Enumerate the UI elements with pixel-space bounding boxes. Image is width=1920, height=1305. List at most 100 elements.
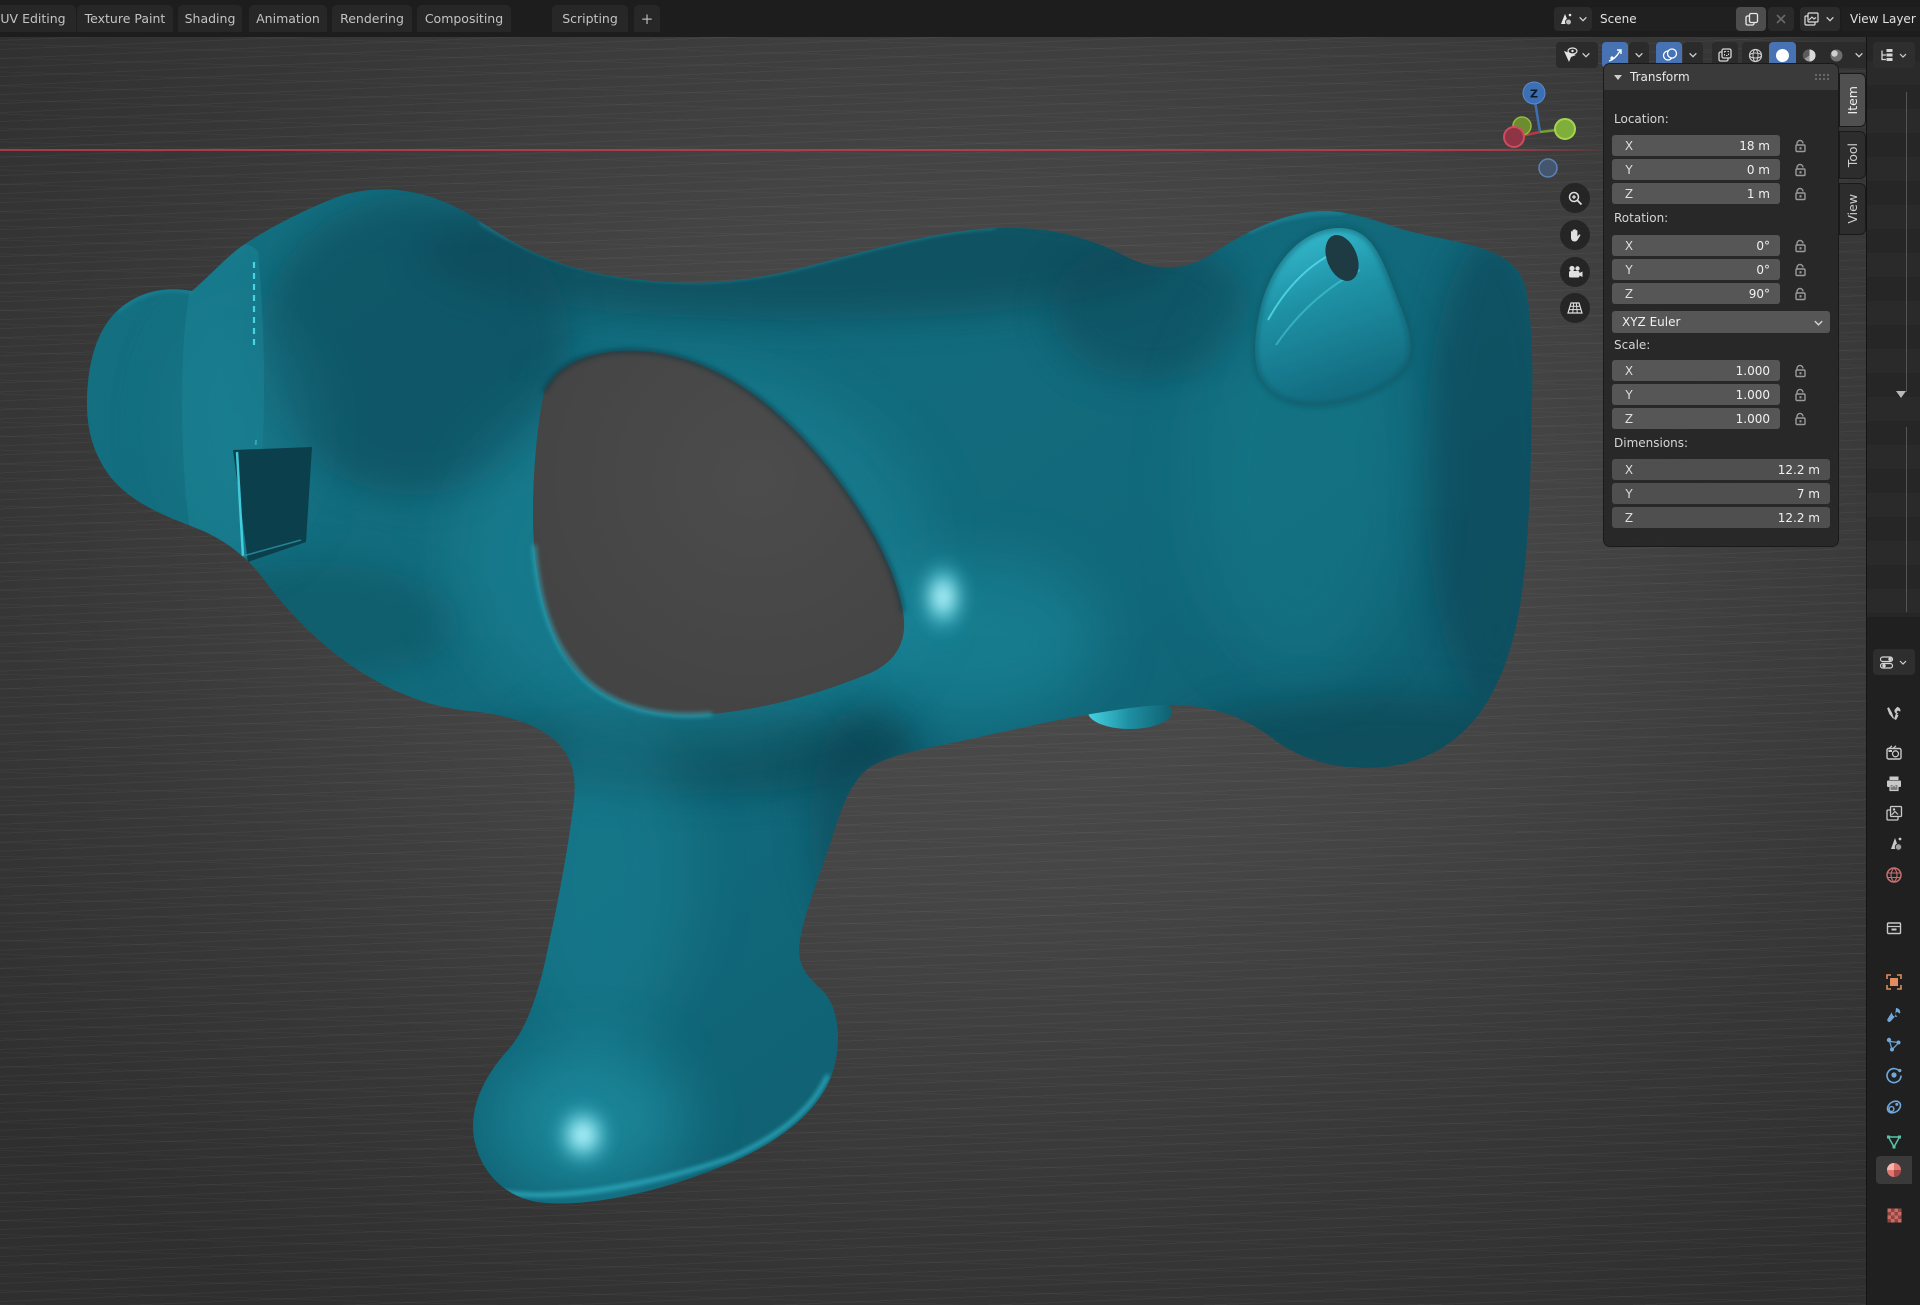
dimension-y-field[interactable]: Y7 m xyxy=(1612,483,1830,504)
axis-label: Z xyxy=(1612,412,1646,426)
lock-scale-z-icon[interactable] xyxy=(1790,408,1810,429)
outliner-icon xyxy=(1879,48,1896,63)
location-y-field[interactable]: Y0 m xyxy=(1612,159,1780,180)
duplicate-icon xyxy=(1744,12,1759,27)
camera-icon xyxy=(1566,264,1584,280)
workspace-tab-uv-editing[interactable]: UV Editing xyxy=(0,5,76,32)
workspace-tab-compositing[interactable]: Compositing xyxy=(417,5,511,32)
transform-panel-header[interactable]: Transform xyxy=(1604,64,1838,90)
properties-editor-collapsed[interactable] xyxy=(1867,617,1920,1305)
panel-grip-icon[interactable] xyxy=(1814,73,1830,81)
zoom-button[interactable] xyxy=(1560,183,1590,213)
specular-highlight xyxy=(915,553,971,641)
value: 1.000 xyxy=(1646,364,1780,378)
scene-browse-button[interactable] xyxy=(1554,7,1592,31)
chevron-down-icon xyxy=(1579,50,1593,60)
properties-tab-output[interactable] xyxy=(1876,769,1912,797)
outliner-scrollbar-lower[interactable] xyxy=(1906,427,1907,612)
viewport-3d[interactable]: Z xyxy=(0,37,1866,1305)
rotation-x-field[interactable]: X0° xyxy=(1612,235,1780,256)
workspace-tab-animation[interactable]: Animation xyxy=(249,5,327,32)
chevron-down-icon xyxy=(1823,14,1837,24)
view-layer-icon xyxy=(1803,11,1821,27)
value: 7 m xyxy=(1646,487,1830,501)
workspace-tab-scripting[interactable]: Scripting xyxy=(552,5,628,32)
chevron-down-icon xyxy=(1688,50,1698,60)
collapsed-panel-arrow-icon[interactable] xyxy=(1895,389,1907,399)
toggle-perspective-button[interactable] xyxy=(1560,293,1590,323)
properties-tab-particles[interactable] xyxy=(1876,1031,1912,1059)
scale-x-field[interactable]: X1.000 xyxy=(1612,360,1780,381)
properties-tab-collection[interactable] xyxy=(1876,914,1912,942)
outliner-editor-collapsed[interactable] xyxy=(1867,37,1920,617)
lock-scale-x-icon[interactable] xyxy=(1790,360,1810,381)
chevron-down-icon xyxy=(1896,658,1910,667)
properties-tab-constraints[interactable] xyxy=(1876,1093,1912,1121)
lock-scale-y-icon[interactable] xyxy=(1790,384,1810,405)
properties-tab-tool[interactable] xyxy=(1876,699,1912,727)
properties-tab-world[interactable] xyxy=(1876,861,1912,889)
dimension-x-field[interactable]: X12.2 m xyxy=(1612,459,1830,480)
sidebar-tab-tool[interactable]: Tool xyxy=(1840,132,1865,178)
tab-label: UV Editing xyxy=(0,11,65,26)
properties-tab-texture[interactable] xyxy=(1876,1201,1912,1229)
location-label: Location: xyxy=(1614,112,1669,126)
properties-tab-object-data[interactable] xyxy=(1876,1128,1912,1156)
scene-icon xyxy=(1556,11,1574,27)
dimension-z-field[interactable]: Z12.2 m xyxy=(1612,507,1830,528)
properties-tab-scene[interactable] xyxy=(1876,829,1912,857)
object-type-visibility-dropdown[interactable] xyxy=(1556,42,1598,68)
wireframe-icon xyxy=(1747,47,1764,64)
properties-tab-object[interactable] xyxy=(1876,968,1912,996)
shading-dropdown[interactable] xyxy=(1850,42,1866,68)
properties-tab-physics[interactable] xyxy=(1876,1061,1912,1089)
properties-tab-render[interactable] xyxy=(1876,739,1912,767)
close-icon xyxy=(1775,13,1787,25)
rotation-mode-dropdown[interactable]: XYZ Euler xyxy=(1612,311,1830,333)
add-workspace-button[interactable]: + xyxy=(634,5,660,32)
outliner-scrollbar[interactable] xyxy=(1906,92,1907,392)
gizmo-axis-x[interactable] xyxy=(1504,127,1524,147)
outliner-editor-type-button[interactable] xyxy=(1873,42,1915,68)
rotation-y-field[interactable]: Y0° xyxy=(1612,259,1780,280)
scale-z-field[interactable]: Z1.000 xyxy=(1612,408,1780,429)
sidebar-tab-item[interactable]: Item xyxy=(1840,74,1865,126)
lock-rotation-z-icon[interactable] xyxy=(1790,283,1810,304)
tab-label: Scripting xyxy=(562,11,618,26)
solid-icon xyxy=(1774,47,1791,64)
workspace-tab-shading[interactable]: Shading xyxy=(178,5,242,32)
camera-view-button[interactable] xyxy=(1560,257,1590,287)
properties-tab-modifiers[interactable] xyxy=(1876,1001,1912,1029)
axis-label: X xyxy=(1612,364,1646,378)
gizmo-axis-y[interactable] xyxy=(1555,119,1575,139)
axis-label: Y xyxy=(1612,388,1646,402)
location-x-field[interactable]: X18 m xyxy=(1612,135,1780,156)
lock-rotation-x-icon[interactable] xyxy=(1790,235,1810,256)
workspace-tab-texture-paint[interactable]: Texture Paint xyxy=(77,5,173,32)
chevron-down-icon xyxy=(1576,14,1590,24)
unlink-scene-button[interactable] xyxy=(1768,7,1794,31)
lock-location-y-icon[interactable] xyxy=(1790,159,1810,180)
view-layer-name-field[interactable]: View Layer xyxy=(1842,7,1920,31)
view-layer-browse-button[interactable] xyxy=(1800,7,1840,31)
chevron-down-icon xyxy=(1634,50,1644,60)
scale-y-field[interactable]: Y1.000 xyxy=(1612,384,1780,405)
object-type-visibility-icon xyxy=(1561,47,1579,63)
location-z-field[interactable]: Z1 m xyxy=(1612,183,1780,204)
lock-rotation-y-icon[interactable] xyxy=(1790,259,1810,280)
sidebar-tab-view[interactable]: View xyxy=(1840,184,1865,234)
workspace-tab-rendering[interactable]: Rendering xyxy=(332,5,412,32)
properties-editor-type-button[interactable] xyxy=(1873,649,1915,675)
new-scene-button[interactable] xyxy=(1736,7,1766,31)
axis-label: Y xyxy=(1612,163,1646,177)
rotation-z-field[interactable]: Z90° xyxy=(1612,283,1780,304)
properties-tab-material[interactable] xyxy=(1876,1156,1912,1184)
axis-label: Z xyxy=(1612,287,1646,301)
lock-location-z-icon[interactable] xyxy=(1790,183,1810,204)
lock-location-x-icon[interactable] xyxy=(1790,135,1810,156)
pan-button[interactable] xyxy=(1560,220,1590,250)
gizmo-axis-z-neg[interactable] xyxy=(1539,159,1557,177)
scene-name-field[interactable]: Scene xyxy=(1592,7,1752,31)
properties-tab-view-layer[interactable] xyxy=(1876,799,1912,827)
right-editor-column xyxy=(1866,37,1920,1305)
